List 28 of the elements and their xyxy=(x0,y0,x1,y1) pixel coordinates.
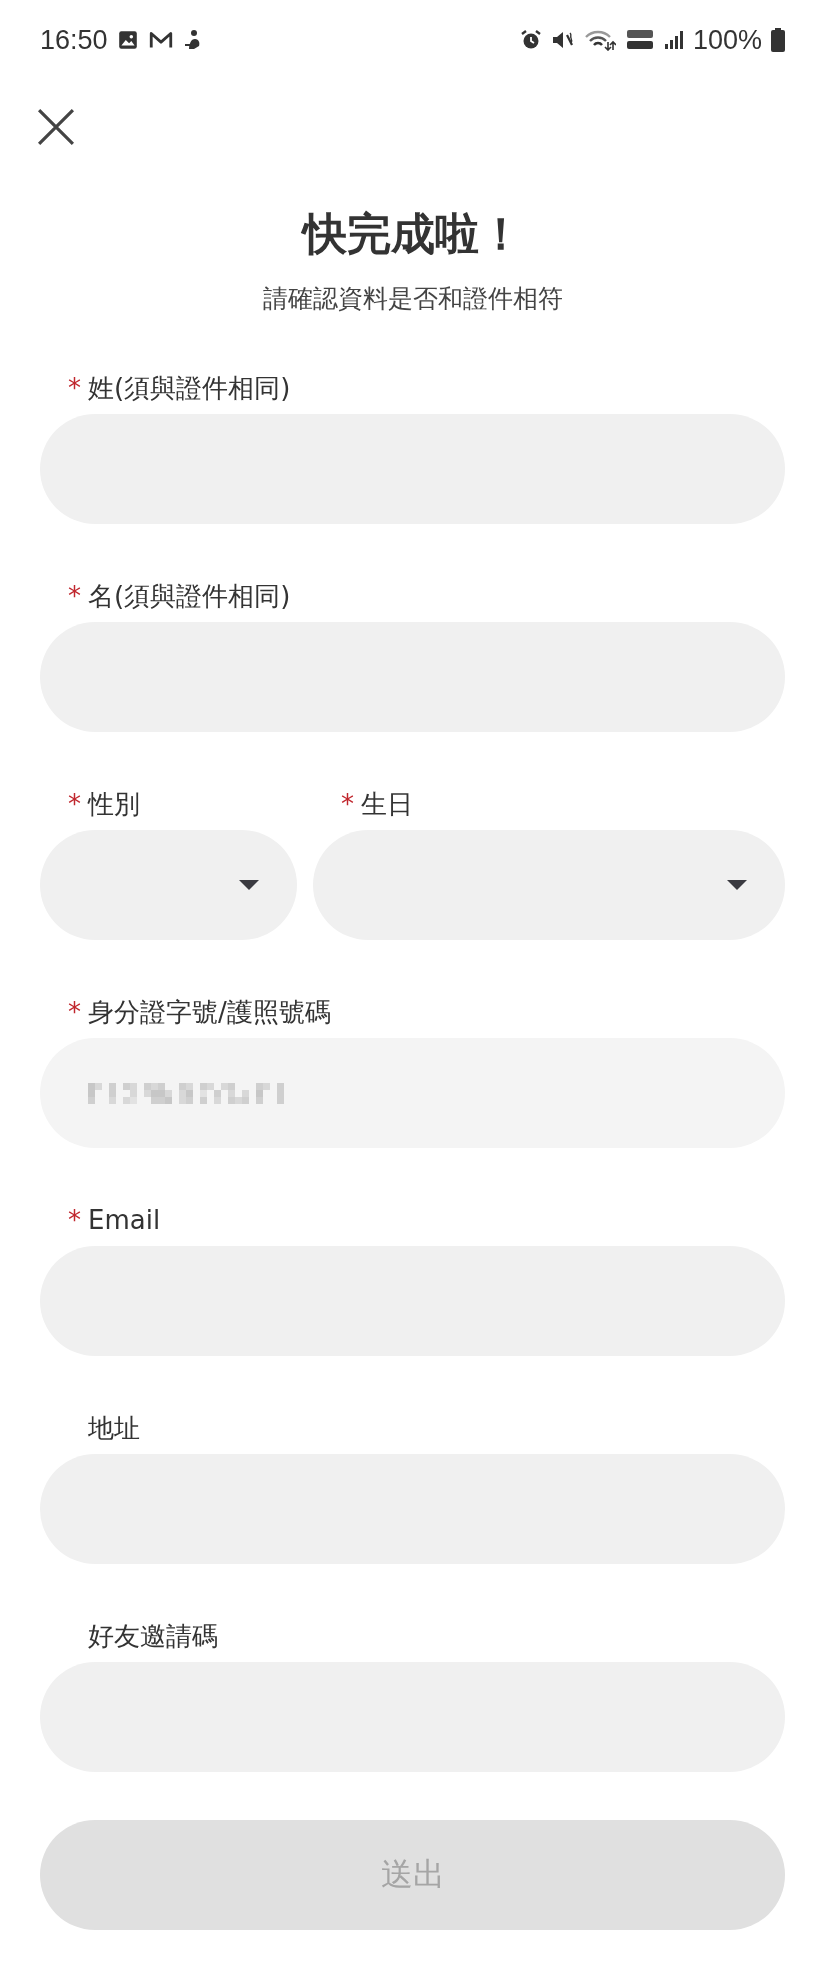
alarm-icon xyxy=(519,29,542,51)
dropdown-arrow-icon xyxy=(727,880,747,890)
close-button[interactable] xyxy=(37,108,75,146)
field-label: 地址 xyxy=(88,1413,140,1443)
page-title: 快完成啦！ xyxy=(300,208,524,260)
dropdown-arrow-icon xyxy=(239,880,259,890)
required-asterisk: * xyxy=(68,582,82,610)
battery-percent: 100% xyxy=(692,24,762,56)
field-label: 好友邀請碼 xyxy=(88,1621,218,1651)
mail-icon xyxy=(147,29,174,51)
required-asterisk: * xyxy=(68,1206,82,1234)
clock: 16:50 xyxy=(40,24,108,56)
field-label: 姓(須與證件相同) xyxy=(88,373,291,403)
wifi-icon xyxy=(583,29,616,51)
signal-icon xyxy=(663,30,684,50)
required-asterisk: * xyxy=(341,790,355,818)
mute-icon xyxy=(550,29,575,51)
required-asterisk: * xyxy=(68,790,82,818)
gallery-icon xyxy=(116,29,139,51)
field-label: 生日 xyxy=(361,789,413,819)
field-label: Email xyxy=(88,1205,161,1235)
page-subtitle: 請確認資料是否和證件相符 xyxy=(261,283,564,315)
required-asterisk: * xyxy=(68,374,82,402)
field-label: 名(須與證件相同) xyxy=(88,581,291,611)
field-label: 性別 xyxy=(88,789,140,819)
battery-icon xyxy=(771,28,785,52)
required-asterisk: * xyxy=(68,998,82,1026)
field-label: 身分證字號/護照號碼 xyxy=(88,997,331,1027)
